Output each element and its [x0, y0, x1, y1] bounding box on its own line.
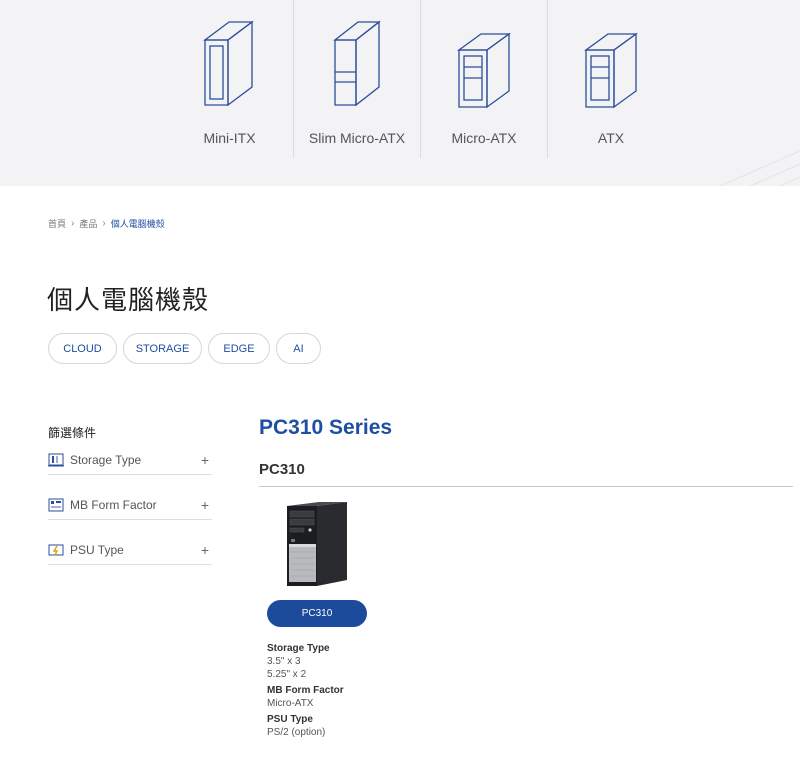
filter-label: MB Form Factor [70, 497, 157, 512]
filter-title: 篩選條件 [48, 426, 97, 440]
form-factor-mini-itx[interactable]: Mini-ITX [166, 0, 293, 158]
spec-value: PS/2 (option) [267, 727, 326, 738]
form-factor-label: Slim Micro-ATX [308, 130, 406, 146]
page-title: 個人電腦機殼 [47, 286, 210, 316]
atx-case-icon [584, 32, 638, 109]
category-filters: CLOUD STORAGE EDGE AI [48, 333, 321, 364]
spec-value: 3.5" x 3 [267, 656, 301, 667]
product-specs: Storage Type 3.5" x 3 5.25" x 2 MB Form … [267, 642, 344, 739]
filter-storage-type[interactable]: Storage Type + [48, 445, 212, 475]
breadcrumb-current: 個人電腦機殼 [110, 219, 165, 229]
breadcrumb-products-link[interactable]: 產品 [79, 217, 97, 230]
form-factor-atx[interactable]: ATX [548, 0, 674, 158]
model-heading: PC310 [259, 461, 305, 478]
spec-value: Micro-ATX [267, 698, 314, 709]
form-factor-bar: Mini-ITX Slim Micro-ATX Micro-ATX ATX [0, 0, 800, 186]
storage-type-icon [48, 453, 64, 466]
form-factor-label: ATX [597, 130, 625, 146]
psu-type-icon [48, 544, 64, 555]
filter-label: PSU Type [70, 542, 124, 557]
spec-key-psu-type: PSU Type [267, 714, 313, 725]
spec-key-storage-type: Storage Type [267, 643, 330, 654]
product-image[interactable] [283, 500, 351, 588]
plus-icon[interactable]: + [198, 497, 212, 513]
form-factor-micro-atx[interactable]: Micro-ATX [421, 0, 547, 158]
slim-micro-atx-case-icon [333, 20, 381, 107]
divider [259, 486, 793, 487]
chevron-right-icon: › [102, 218, 106, 229]
micro-atx-case-icon [457, 32, 511, 109]
filter-psu-type[interactable]: PSU Type + [48, 535, 212, 565]
decorative-lines [719, 150, 800, 186]
category-ai-button[interactable]: AI [276, 333, 321, 364]
mb-form-factor-icon [48, 498, 64, 511]
filter-mb-form-factor[interactable]: MB Form Factor + [48, 490, 212, 520]
series-title: PC310 Series [259, 416, 393, 439]
category-edge-button[interactable]: EDGE [208, 333, 270, 364]
form-factor-label: Micro-ATX [451, 130, 517, 146]
filter-label: Storage Type [70, 452, 142, 467]
product-pc310-button[interactable]: PC310 [267, 600, 367, 627]
chevron-right-icon: › [71, 218, 75, 229]
category-cloud-button[interactable]: CLOUD [48, 333, 117, 364]
plus-icon[interactable]: + [198, 542, 212, 558]
spec-value: 5.25" x 2 [267, 669, 307, 680]
mini-itx-case-icon [202, 20, 254, 107]
breadcrumb: 首頁 › 產品 › 個人電腦機殼 [48, 217, 165, 230]
form-factor-label: Mini-ITX [203, 130, 256, 146]
form-factor-slim-micro-atx[interactable]: Slim Micro-ATX [294, 0, 420, 158]
spec-key-mb-form-factor: MB Form Factor [267, 685, 344, 696]
category-storage-button[interactable]: STORAGE [123, 333, 202, 364]
plus-icon[interactable]: + [198, 452, 212, 468]
breadcrumb-home-link[interactable]: 首頁 [48, 217, 66, 230]
